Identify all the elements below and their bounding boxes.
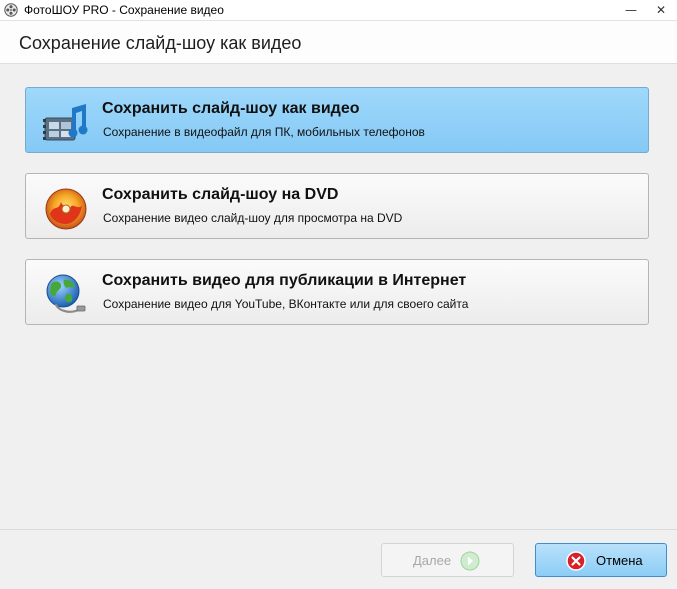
option-title: Сохранить видео для публикации в Интерне… bbox=[102, 272, 467, 289]
film-reel-icon[interactable] bbox=[4, 3, 18, 17]
close-icon[interactable]: ✕ bbox=[648, 0, 674, 20]
next-button-label: Далее bbox=[413, 553, 452, 568]
cancel-button[interactable]: Отмена bbox=[535, 543, 667, 577]
option-description: Сохранение видео для YouTube, ВКонтакте … bbox=[103, 297, 469, 311]
next-button[interactable]: Далее bbox=[381, 543, 514, 577]
option-title: Сохранить слайд-шоу на DVD bbox=[102, 186, 339, 203]
globe-icon bbox=[42, 272, 90, 316]
option-title: Сохранить слайд-шоу как видео bbox=[102, 100, 360, 117]
window-titlebar: ФотоШОУ PRO - Сохранение видео — ✕ bbox=[0, 0, 677, 21]
window-title: ФотоШОУ PRO - Сохранение видео bbox=[24, 3, 224, 17]
dialog-header: Сохранение слайд-шоу как видео bbox=[0, 21, 677, 64]
minimize-icon[interactable]: — bbox=[618, 0, 644, 20]
video-file-icon bbox=[42, 100, 90, 144]
cancel-button-label: Отмена bbox=[596, 553, 643, 568]
cancel-icon bbox=[566, 551, 586, 571]
page-title: Сохранение слайд-шоу как видео bbox=[19, 33, 302, 53]
option-publish-internet[interactable]: Сохранить видео для публикации в Интерне… bbox=[25, 259, 649, 325]
arrow-right-icon bbox=[460, 551, 480, 571]
dvd-disc-icon bbox=[42, 186, 90, 230]
option-description: Сохранение видео слайд-шоу для просмотра… bbox=[103, 211, 403, 225]
footer-divider bbox=[0, 529, 677, 530]
option-save-to-dvd[interactable]: Сохранить слайд-шоу на DVD Сохранение ви… bbox=[25, 173, 649, 239]
option-save-as-video[interactable]: Сохранить слайд-шоу как видео Сохранение… bbox=[25, 87, 649, 153]
option-description: Сохранение в видеофайл для ПК, мобильных… bbox=[103, 125, 425, 139]
